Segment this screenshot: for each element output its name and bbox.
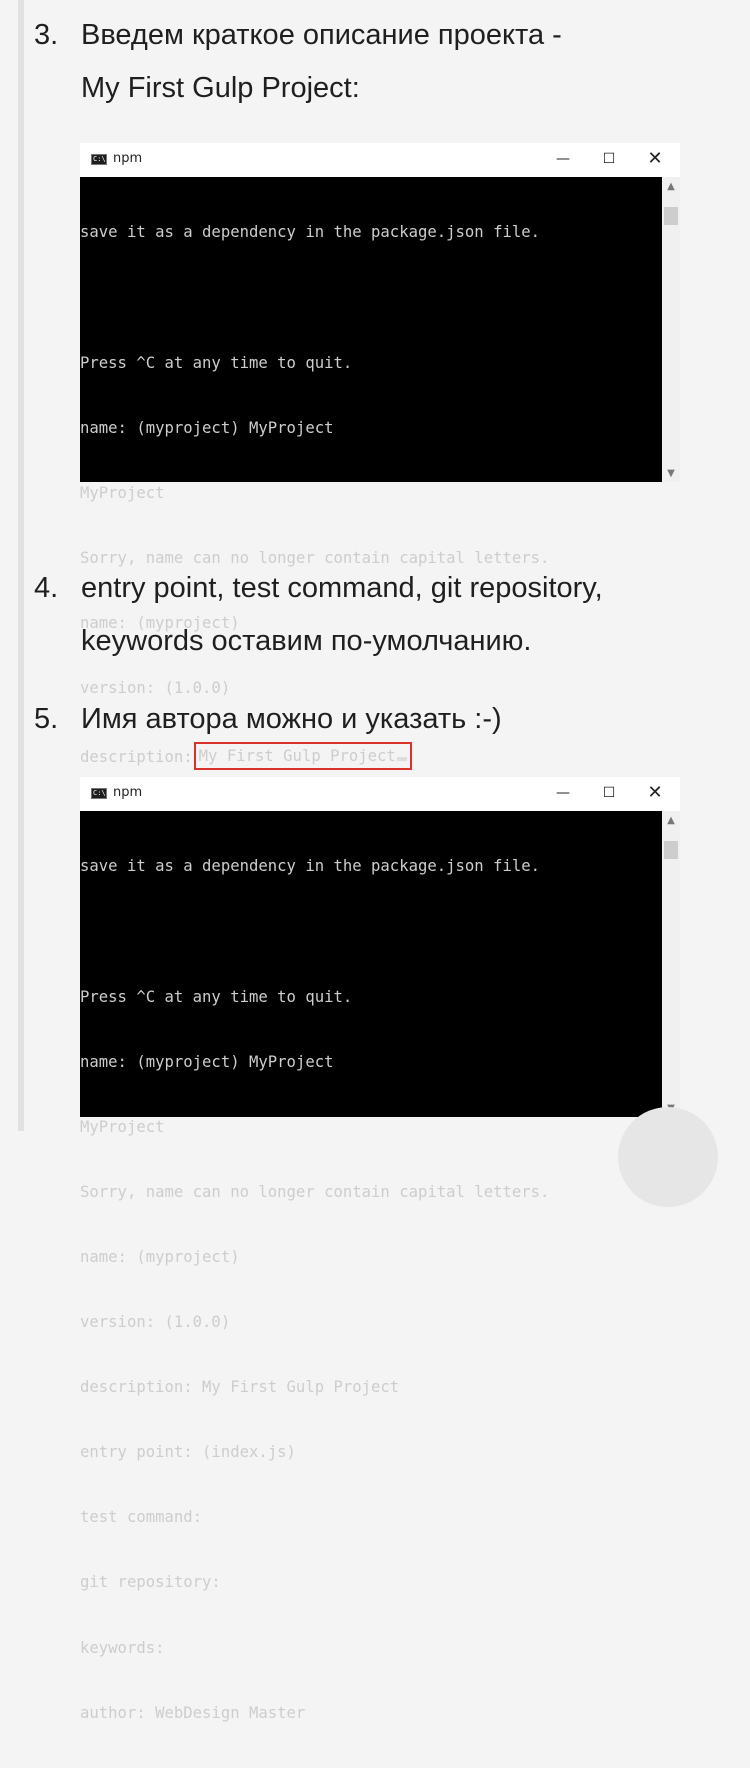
scrollbar[interactable]: ▲ ▼ <box>662 177 680 482</box>
window-titlebar[interactable]: C:\ npm — ☐ ✕ <box>80 143 680 177</box>
window-title: npm <box>113 151 143 166</box>
console-line: name: (myproject) MyProject <box>80 418 334 437</box>
highlight-box: My First Gulp Project <box>193 742 412 771</box>
step-text-line: My First Gulp Project: <box>81 72 360 104</box>
step-text: Введем краткое описание проекта - My Fir… <box>81 9 691 115</box>
console-line: Press ^C at any time to quit. <box>80 353 353 372</box>
step-text-line: Имя автора можно и указать :-) <box>81 703 502 735</box>
console-line: MyProject <box>80 483 165 502</box>
scroll-down-icon[interactable]: ▼ <box>662 466 680 482</box>
maximize-button[interactable]: ☐ <box>586 777 632 809</box>
step-text-line: keywords оставим по-умолчанию. <box>81 625 532 657</box>
console-lines: save it as a dependency in the package.j… <box>80 813 662 1768</box>
console-line: Press ^C at any time to quit. <box>80 987 353 1006</box>
step-text-line: Введем краткое описание проекта - <box>81 19 562 51</box>
blockquote-rule <box>18 0 24 1131</box>
close-button[interactable]: ✕ <box>632 143 678 175</box>
step-number: 4. <box>34 572 59 604</box>
console-output[interactable]: save it as a dependency in the package.j… <box>80 177 680 771</box>
scroll-thumb[interactable] <box>664 841 678 859</box>
console-line: author: WebDesign Master <box>80 1703 306 1722</box>
scroll-thumb[interactable] <box>664 207 678 225</box>
console-window-2: C:\ npm — ☐ ✕ save it as a dependency in… <box>80 777 680 1722</box>
scrollbar[interactable]: ▲ ▼ <box>662 811 680 1117</box>
minimize-button[interactable]: — <box>540 143 586 175</box>
console-line: git repository: <box>80 1573 221 1592</box>
step-text: Имя автора можно и указать :-) <box>81 693 691 746</box>
window-titlebar[interactable]: C:\ npm — ☐ ✕ <box>80 777 680 811</box>
text-cursor <box>396 757 407 762</box>
description-value[interactable]: My First Gulp Project <box>199 747 396 765</box>
console-line: version: (1.0.0) <box>80 1313 231 1332</box>
step-text: entry point, test command, git repositor… <box>81 562 691 668</box>
console-line: Sorry, name can no longer contain capita… <box>80 1182 550 1201</box>
window-title: npm <box>113 785 143 800</box>
console-line: test command: <box>80 1508 203 1527</box>
scroll-up-icon[interactable]: ▲ <box>662 179 680 195</box>
close-button[interactable]: ✕ <box>632 777 678 809</box>
console-line: name: (myproject) <box>80 1247 240 1266</box>
step-number: 5. <box>34 703 59 735</box>
floating-action-button[interactable] <box>618 1107 718 1207</box>
step-number: 3. <box>34 19 59 51</box>
console-line: name: (myproject) MyProject <box>80 1052 334 1071</box>
minimize-button[interactable]: — <box>540 777 586 809</box>
console-line: MyProject <box>80 1117 165 1136</box>
console-line: entry point: (index.js) <box>80 1443 296 1462</box>
cmd-icon: C:\ <box>91 154 107 165</box>
console-output[interactable]: save it as a dependency in the package.j… <box>80 811 680 1722</box>
cmd-icon: C:\ <box>91 788 107 799</box>
console-window-1: C:\ npm — ☐ ✕ save it as a dependency in… <box>80 143 680 771</box>
console-line-description: description: My First Gulp Project <box>80 742 662 771</box>
console-line: save it as a dependency in the package.j… <box>80 857 541 876</box>
step-text-line: entry point, test command, git repositor… <box>81 572 603 604</box>
console-line: save it as a dependency in the package.j… <box>80 223 541 242</box>
console-line: description: My First Gulp Project <box>80 1378 400 1397</box>
maximize-button[interactable]: ☐ <box>586 143 632 175</box>
console-line: keywords: <box>80 1638 165 1657</box>
scroll-up-icon[interactable]: ▲ <box>662 813 680 829</box>
description-prompt: description: <box>80 748 193 767</box>
